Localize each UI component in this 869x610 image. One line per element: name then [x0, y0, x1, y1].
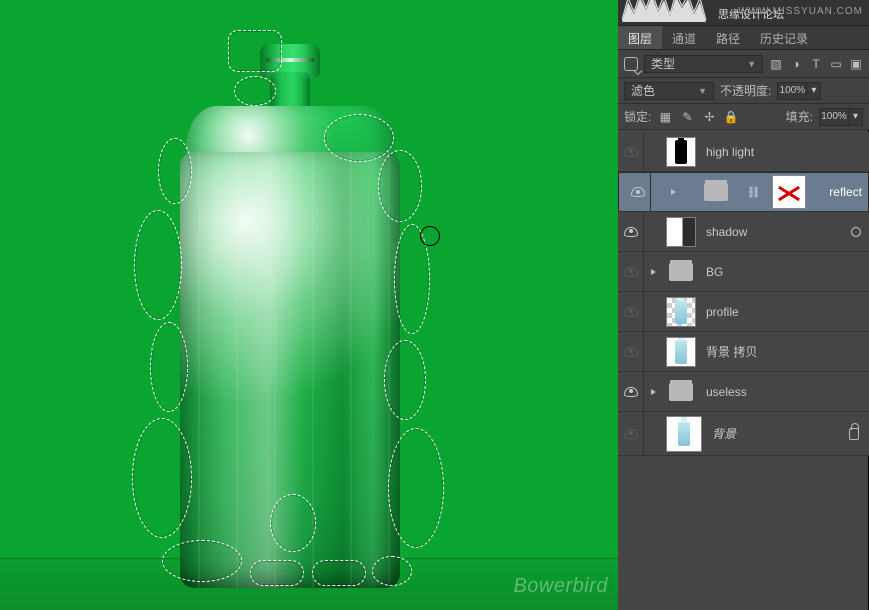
- eye-icon: [624, 429, 638, 439]
- tab-history[interactable]: 历史记录: [750, 26, 818, 49]
- opacity-spinner[interactable]: 100% ▾: [777, 82, 821, 100]
- layer-name[interactable]: high light: [706, 145, 754, 159]
- layer-name[interactable]: reflect: [829, 185, 862, 199]
- visibility-toggle[interactable]: [618, 332, 644, 371]
- filter-shape-icon[interactable]: ▭: [829, 57, 843, 71]
- layer-row[interactable]: profile: [618, 292, 869, 332]
- layer-row[interactable]: 背景 拷贝: [618, 332, 869, 372]
- layer-row[interactable]: high light: [618, 132, 869, 172]
- eye-icon: [624, 347, 638, 357]
- lock-all-icon[interactable]: 🔒: [723, 110, 739, 124]
- triangle-right-icon: [671, 189, 676, 195]
- visibility-toggle[interactable]: [625, 173, 651, 211]
- layer-thumbnail[interactable]: [666, 337, 696, 367]
- layer-row[interactable]: useless: [618, 372, 869, 412]
- lock-icon: [849, 428, 859, 440]
- layer-row[interactable]: shadow: [618, 212, 869, 252]
- search-icon[interactable]: [624, 57, 638, 71]
- expand-toggle[interactable]: [665, 189, 683, 195]
- eye-icon: [624, 147, 638, 157]
- layer-thumbnail[interactable]: [666, 416, 702, 452]
- tab-layers[interactable]: 图层: [618, 26, 662, 49]
- layer-name[interactable]: useless: [706, 385, 747, 399]
- histogram-strip: 思缘设计论坛 WWW.MISSYUAN.COM: [618, 0, 869, 26]
- layers-panel: 思缘设计论坛 WWW.MISSYUAN.COM 图层 通道 路径 历史记录 类型…: [618, 0, 869, 610]
- fill-spinner[interactable]: 100% ▾: [819, 108, 863, 126]
- opacity-label: 不透明度:: [720, 82, 771, 99]
- blend-mode-value: 滤色: [631, 82, 655, 99]
- eye-icon: [624, 227, 638, 237]
- group-folder-icon[interactable]: [666, 257, 696, 287]
- lock-image-icon[interactable]: ✎: [679, 110, 695, 124]
- layer-row[interactable]: BG: [618, 252, 869, 292]
- visibility-toggle[interactable]: [618, 412, 644, 455]
- link-icon: ⛓: [749, 186, 759, 199]
- layer-name[interactable]: profile: [706, 305, 739, 319]
- lock-bar: 锁定: ▦ ✎ ✢ 🔒 填充: 100% ▾: [618, 104, 869, 130]
- layer-thumbnail[interactable]: [666, 137, 696, 167]
- triangle-right-icon: [651, 389, 656, 395]
- filter-adjust-icon[interactable]: ◑: [789, 57, 803, 71]
- filter-type-icon[interactable]: T: [809, 57, 823, 71]
- filter-smart-icon[interactable]: ▣: [849, 57, 863, 71]
- group-folder-icon[interactable]: [666, 377, 696, 407]
- fx-indicator-icon[interactable]: [851, 227, 861, 237]
- opacity-value: 100%: [777, 82, 807, 100]
- panel-tabs: 图层 通道 路径 历史记录: [618, 26, 869, 50]
- url-watermark: WWW.MISSYUAN.COM: [738, 6, 863, 17]
- layer-filter-bar: 类型 ▼ ▧ ◑ T ▭ ▣: [618, 50, 869, 78]
- layer-name[interactable]: shadow: [706, 225, 747, 239]
- eye-icon: [624, 307, 638, 317]
- chevron-down-icon: ▼: [747, 59, 756, 69]
- layer-row[interactable]: 背景: [618, 412, 869, 456]
- lock-transparent-icon[interactable]: ▦: [657, 110, 673, 124]
- layer-name[interactable]: 背景: [712, 425, 736, 442]
- layer-name[interactable]: 背景 拷贝: [706, 343, 757, 360]
- visibility-toggle[interactable]: [618, 292, 644, 331]
- eye-icon: [624, 387, 638, 397]
- lock-label: 锁定:: [624, 108, 651, 125]
- group-folder-icon[interactable]: [701, 177, 731, 207]
- eye-icon: [624, 267, 638, 277]
- tab-channels[interactable]: 通道: [662, 26, 706, 49]
- blend-mode-select[interactable]: 滤色 ▼: [624, 82, 714, 100]
- visibility-toggle[interactable]: [618, 372, 644, 411]
- chevron-down-icon[interactable]: ▾: [849, 108, 863, 126]
- fill-value: 100%: [819, 108, 849, 126]
- visibility-toggle[interactable]: [618, 132, 644, 171]
- layer-thumbnail[interactable]: [666, 297, 696, 327]
- lock-position-icon[interactable]: ✢: [701, 110, 717, 124]
- layer-row[interactable]: ⛓ reflect: [618, 172, 869, 212]
- filter-pixel-icon[interactable]: ▧: [769, 57, 783, 71]
- filter-kind-label: 类型: [651, 55, 675, 72]
- blend-bar: 滤色 ▼ 不透明度: 100% ▾: [618, 78, 869, 104]
- layer-thumbnail[interactable]: [666, 217, 696, 247]
- expand-toggle[interactable]: [644, 269, 662, 275]
- tab-paths[interactable]: 路径: [706, 26, 750, 49]
- fill-label: 填充:: [786, 108, 813, 125]
- triangle-right-icon: [651, 269, 656, 275]
- visibility-toggle[interactable]: [618, 252, 644, 291]
- brush-cursor: [420, 226, 440, 246]
- eye-icon: [631, 187, 645, 197]
- layer-list[interactable]: high light ⛓ reflect shadow BG: [618, 132, 869, 610]
- visibility-toggle[interactable]: [618, 212, 644, 251]
- canvas-viewport[interactable]: Bowerbird: [0, 0, 618, 610]
- layer-mask-disabled[interactable]: [772, 175, 806, 209]
- layer-name[interactable]: BG: [706, 265, 723, 279]
- chevron-down-icon: ▼: [698, 86, 707, 96]
- filter-kind-select[interactable]: 类型 ▼: [644, 55, 763, 73]
- expand-toggle[interactable]: [644, 389, 662, 395]
- chevron-down-icon[interactable]: ▾: [807, 82, 821, 100]
